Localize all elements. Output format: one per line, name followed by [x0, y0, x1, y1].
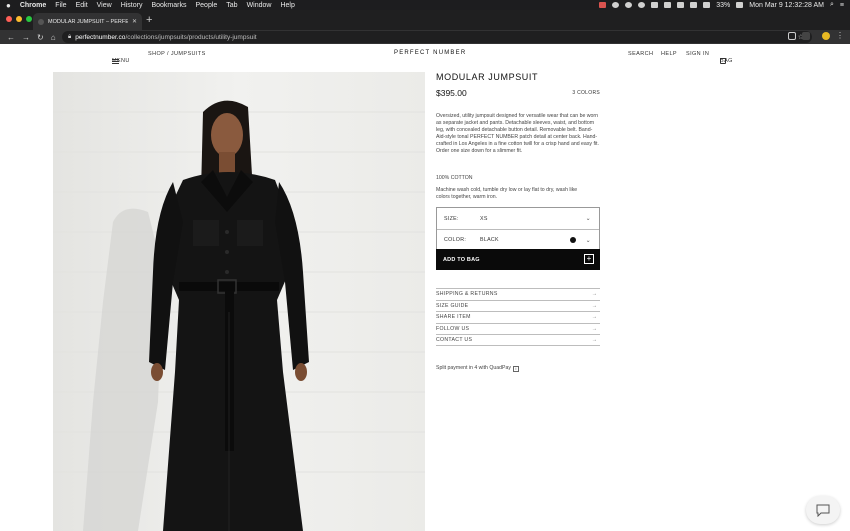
accordion-label: CONTACT US	[436, 336, 473, 343]
extension-icon[interactable]	[802, 32, 810, 40]
menu-edit[interactable]: Edit	[76, 2, 88, 9]
chevron-down-icon: ⌄	[585, 216, 591, 222]
arrow-right-icon: →	[591, 336, 597, 343]
close-tab-icon[interactable]: ✕	[132, 18, 137, 25]
add-to-bag-button[interactable]: ADD TO BAG +	[436, 249, 600, 270]
add-to-bag-label: ADD TO BAG	[443, 256, 480, 263]
tab-title: MODULAR JUMPSUIT – PERFECT NUMBER	[48, 18, 128, 25]
color-select[interactable]: COLOR: BLACK ⌄	[437, 229, 599, 250]
size-label: SIZE:	[444, 215, 459, 222]
spotlight-icon[interactable]: ⌕	[830, 1, 834, 9]
active-tab[interactable]: MODULAR JUMPSUIT – PERFECT NUMBER ✕	[33, 13, 142, 30]
timer-icon[interactable]	[612, 2, 620, 8]
arrow-right-icon: →	[591, 325, 597, 332]
info-icon[interactable]	[638, 2, 646, 8]
breadcrumb[interactable]: SHOP / JUMPSUITS	[148, 51, 206, 57]
notification-icon[interactable]	[651, 2, 659, 8]
accordion-contact-us[interactable]: CONTACT US →	[436, 334, 600, 346]
sync-icon[interactable]	[625, 2, 633, 8]
battery-percent[interactable]: 33%	[716, 2, 730, 9]
menu-label: MENU	[112, 58, 130, 64]
battery-icon[interactable]	[736, 2, 744, 8]
accordion-label: FOLLOW US	[436, 325, 470, 332]
flag-icon[interactable]	[664, 2, 672, 8]
color-value: BLACK	[480, 237, 499, 243]
menu-people[interactable]: People	[195, 2, 217, 9]
home-icon[interactable]: ⌂	[51, 33, 56, 42]
tab-favicon-icon	[38, 18, 44, 25]
wifi-icon[interactable]	[690, 2, 698, 8]
volume-icon[interactable]	[703, 2, 711, 8]
control-center-icon[interactable]: ≡	[840, 2, 844, 9]
color-label: COLOR:	[444, 237, 467, 243]
zoom-window-button[interactable]	[26, 16, 32, 22]
accordion-follow-us[interactable]: FOLLOW US →	[436, 322, 600, 335]
brand-logo[interactable]: PERFECT NUMBER	[394, 50, 466, 56]
clock[interactable]: Mon Mar 9 12:32:28 AM	[749, 2, 824, 9]
back-icon[interactable]: ←	[7, 33, 15, 42]
product-description: Oversized, utility jumpsuit designed for…	[436, 113, 599, 155]
model-photo-illustration	[53, 72, 425, 531]
apple-menu-icon[interactable]: ●	[6, 1, 11, 10]
accordion-label: SHIPPING & RETURNS	[436, 291, 498, 298]
search-link[interactable]: SEARCH	[628, 51, 653, 57]
help-link[interactable]: HELP	[661, 51, 677, 57]
site-header: MENU SHOP / JUMPSUITS PERFECT NUMBER SEA…	[0, 44, 850, 64]
menu-help[interactable]: Help	[280, 2, 294, 9]
profile-avatar[interactable]	[822, 32, 830, 40]
url-path: /collections/jumpsuits/products/utility-…	[125, 33, 257, 41]
arrow-right-icon: →	[591, 314, 597, 321]
bag-label: BAG	[720, 58, 733, 64]
reload-icon[interactable]: ↻	[37, 33, 44, 42]
menu-window[interactable]: Window	[247, 2, 272, 9]
care-instructions: Machine wash cold, tumble dry low or lay…	[436, 187, 578, 201]
menu-view[interactable]: View	[97, 2, 112, 9]
size-value: XS	[480, 215, 488, 222]
chrome-menu-icon[interactable]: ⋮	[836, 32, 844, 40]
menu-history[interactable]: History	[121, 2, 143, 9]
size-select[interactable]: SIZE: XS ⌄	[437, 208, 599, 229]
product-title: MODULAR JUMPSUIT	[436, 72, 539, 82]
close-window-button[interactable]	[6, 16, 12, 22]
chat-bubble-icon	[816, 504, 830, 517]
accordion-size-guide[interactable]: SIZE GUIDE →	[436, 299, 600, 312]
product-image[interactable]	[53, 72, 425, 531]
variant-selector: SIZE: XS ⌄ COLOR: BLACK ⌄	[436, 207, 600, 251]
product-price: $395.00	[436, 88, 467, 98]
new-tab-button[interactable]: +	[146, 14, 152, 26]
status-app-icon[interactable]	[599, 2, 607, 8]
lock-icon[interactable]: 🔒︎	[68, 34, 71, 41]
accordion-label: SIZE GUIDE	[436, 302, 469, 309]
accordion-shipping-returns[interactable]: SHIPPING & RETURNS →	[436, 288, 600, 300]
toolbar: ← → ↻ ⌂ 🔒︎ perfectnumber.co/collections/…	[0, 30, 850, 44]
arrow-right-icon: →	[591, 291, 597, 298]
macos-menu-bar: ● Chrome File Edit View History Bookmark…	[0, 0, 850, 10]
chevron-down-icon: ⌄	[585, 237, 591, 244]
bluetooth-icon[interactable]	[677, 2, 685, 8]
info-accordion: SHIPPING & RETURNS → SIZE GUIDE → SHARE IT…	[436, 288, 600, 346]
colors-count[interactable]: 3 COLORS	[572, 90, 600, 96]
product-material: 100% COTTON	[436, 175, 473, 181]
url-host: perfectnumber.co	[75, 33, 126, 41]
color-swatch	[570, 237, 576, 243]
pocket-extension-icon[interactable]	[788, 32, 796, 40]
sign-in-link[interactable]: SIGN IN	[686, 51, 709, 57]
menu-file[interactable]: File	[55, 2, 66, 9]
plus-icon: +	[584, 254, 594, 264]
tab-strip: MODULAR JUMPSUIT – PERFECT NUMBER ✕ +	[0, 10, 850, 30]
chat-button[interactable]	[806, 496, 840, 524]
menu-tab[interactable]: Tab	[226, 2, 237, 9]
minimize-window-button[interactable]	[16, 16, 22, 22]
quadpay-message: Split payment in 4 with QuadPay i	[436, 365, 519, 372]
arrow-right-icon: →	[591, 302, 597, 309]
menu-bookmarks[interactable]: Bookmarks	[151, 2, 186, 9]
address-bar[interactable]: 🔒︎ perfectnumber.co/collections/jumpsuit…	[62, 31, 812, 43]
quadpay-info-icon[interactable]: i	[512, 366, 519, 372]
menu-app-name[interactable]: Chrome	[20, 2, 46, 9]
quadpay-text: Split payment in 4 with QuadPay	[436, 365, 511, 371]
accordion-share-item[interactable]: SHARE ITEM →	[436, 311, 600, 323]
accordion-label: SHARE ITEM	[436, 314, 471, 321]
product-info: MODULAR JUMPSUIT $395.00 3 COLORS Oversi…	[436, 72, 600, 200]
forward-icon[interactable]: →	[22, 33, 30, 42]
